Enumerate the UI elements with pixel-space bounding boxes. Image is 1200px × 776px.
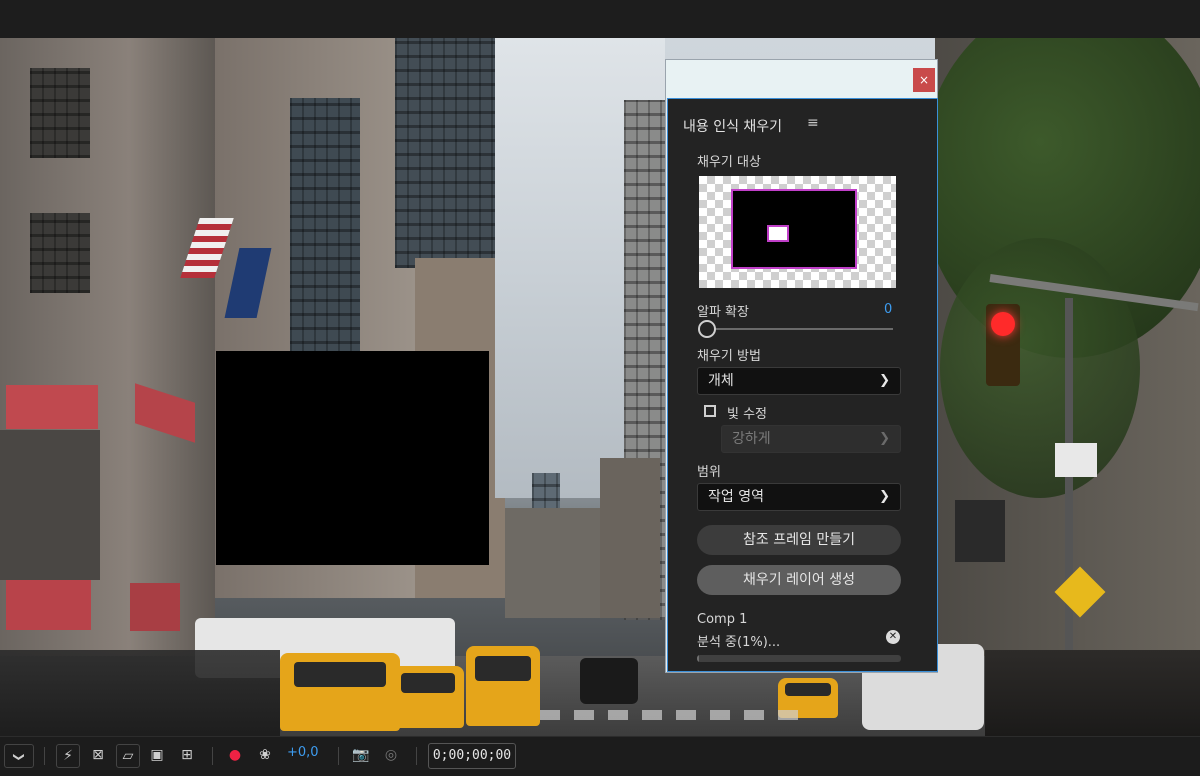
create-reference-frame-button[interactable]: 참조 프레임 만들기: [697, 525, 901, 555]
street-sign: [1055, 443, 1097, 477]
toolbar-divider: [44, 747, 45, 765]
mask-path-icon: ▱: [122, 748, 134, 764]
taxi-2: [392, 666, 464, 728]
panel-title: 내용 인식 채우기: [683, 119, 783, 135]
current-time-display[interactable]: 0;00;00;00: [428, 743, 516, 769]
awning-red-3: [6, 578, 91, 630]
traffic-light: [986, 304, 1020, 386]
lighting-correction-checkbox[interactable]: [704, 405, 716, 417]
transparency-grid-button[interactable]: ⊠: [88, 744, 108, 766]
storefront: [0, 430, 100, 580]
show-channel-button[interactable]: ●: [224, 744, 246, 766]
chevron-down-icon: ❯: [13, 752, 26, 762]
fill-target-layer: [731, 189, 857, 269]
alpha-expand-slider-knob[interactable]: [698, 320, 716, 338]
chevron-down-icon: ❯: [879, 489, 890, 504]
toolbar-divider: [338, 747, 339, 765]
crosswalk: [540, 710, 800, 720]
take-snapshot-button[interactable]: 📷: [350, 744, 372, 766]
fill-target-label: 채우기 대상: [697, 155, 761, 170]
fill-method-select[interactable]: 개체 ❯: [697, 367, 901, 395]
show-snapshot-button[interactable]: ◎: [380, 744, 402, 766]
suv-black: [580, 658, 638, 704]
comp-name: Comp 1: [697, 612, 748, 627]
magnification-dropdown[interactable]: ❯: [4, 744, 34, 768]
cancel-analysis-icon[interactable]: ✕: [886, 630, 900, 644]
window-titlebar[interactable]: ×: [666, 60, 937, 98]
content-aware-fill-panel: 내용 인식 채우기 ≡ 채우기 대상 알파 확장 0 채우기 방법 개체 ❯ 빛…: [667, 98, 938, 672]
composition-viewer[interactable]: [0, 38, 1200, 736]
crowd-left: [0, 650, 280, 736]
analysis-progress-bar: [697, 655, 901, 662]
taxi-3: [466, 646, 540, 726]
lighting-strength-value: 강하게: [732, 431, 771, 447]
safe-margins-icon: ⊞: [181, 747, 193, 763]
show-snapshot-icon: ◎: [384, 747, 398, 763]
chevron-down-icon: ❯: [879, 373, 890, 388]
banner: [955, 500, 1005, 562]
awning-red: [6, 385, 98, 429]
fill-target-preview: [699, 176, 896, 288]
analysis-progress-fill: [697, 655, 700, 662]
color-channels-icon: ●: [228, 747, 242, 763]
reset-exposure-button[interactable]: ❀: [254, 744, 276, 766]
panel-menu-icon[interactable]: ≡: [807, 115, 819, 131]
alpha-expand-label: 알파 확장: [697, 305, 749, 320]
lighting-correction-label: 빛 수정: [727, 407, 768, 422]
analysis-status: 분석 중(1%)...: [697, 635, 781, 650]
range-select[interactable]: 작업 영역 ❯: [697, 483, 901, 511]
building-left-windows-2: [30, 213, 90, 293]
taxi-1: [280, 653, 400, 731]
alpha-expand-value[interactable]: 0: [884, 302, 892, 317]
content-aware-fill-window: × 내용 인식 채우기 ≡ 채우기 대상 알파 확장 0 채우기 방법 개체 ❯…: [665, 59, 938, 673]
snapshot-icon: 📷: [352, 747, 370, 763]
close-button[interactable]: ×: [913, 68, 935, 92]
glass-tower: [290, 98, 360, 358]
street-pole: [1065, 298, 1073, 698]
range-label: 범위: [697, 465, 721, 480]
region-of-interest-icon: ▣: [150, 747, 164, 763]
fill-method-value: 개체: [708, 373, 734, 389]
glass-tower-2: [395, 38, 495, 268]
exposure-reset-icon: ❀: [259, 747, 271, 763]
toolbar-divider: [416, 747, 417, 765]
traffic-light-red: [991, 312, 1015, 336]
top-strip: [0, 0, 1200, 38]
viewer-toolbar: ❯ ⚡ ⊠ ▱ ▣ ⊞ ● ❀ +0,0 📷 ◎ 0;00;00;00: [0, 736, 1200, 776]
building-right: [600, 458, 660, 618]
alpha-expand-slider-track[interactable]: [711, 328, 893, 330]
exposure-value[interactable]: +0,0: [287, 745, 319, 760]
fill-method-label: 채우기 방법: [697, 349, 761, 364]
generate-fill-layer-button[interactable]: 채우기 레이어 생성: [697, 565, 901, 595]
lighting-strength-select: 강하게 ❯: [721, 425, 901, 453]
fast-previews-button[interactable]: ⚡: [56, 744, 80, 768]
grid-icon: ⊠: [92, 747, 104, 763]
crowd-right: [985, 650, 1200, 736]
range-value: 작업 영역: [708, 489, 764, 505]
mask-visibility-button[interactable]: ▱: [116, 744, 140, 768]
toolbar-divider: [212, 747, 213, 765]
toggle-transparency-icon: ⚡: [63, 748, 73, 764]
fill-target-mask: [767, 225, 789, 242]
distant-buildings: [505, 508, 615, 618]
awning-red-4: [130, 583, 180, 631]
region-of-interest-button[interactable]: ▣: [147, 744, 167, 766]
building-left-windows: [30, 68, 90, 158]
guides-button[interactable]: ⊞: [176, 744, 198, 766]
chevron-down-icon: ❯: [879, 431, 890, 446]
mask-fill-region: [216, 351, 489, 565]
tree-canopy-2: [940, 238, 1140, 498]
